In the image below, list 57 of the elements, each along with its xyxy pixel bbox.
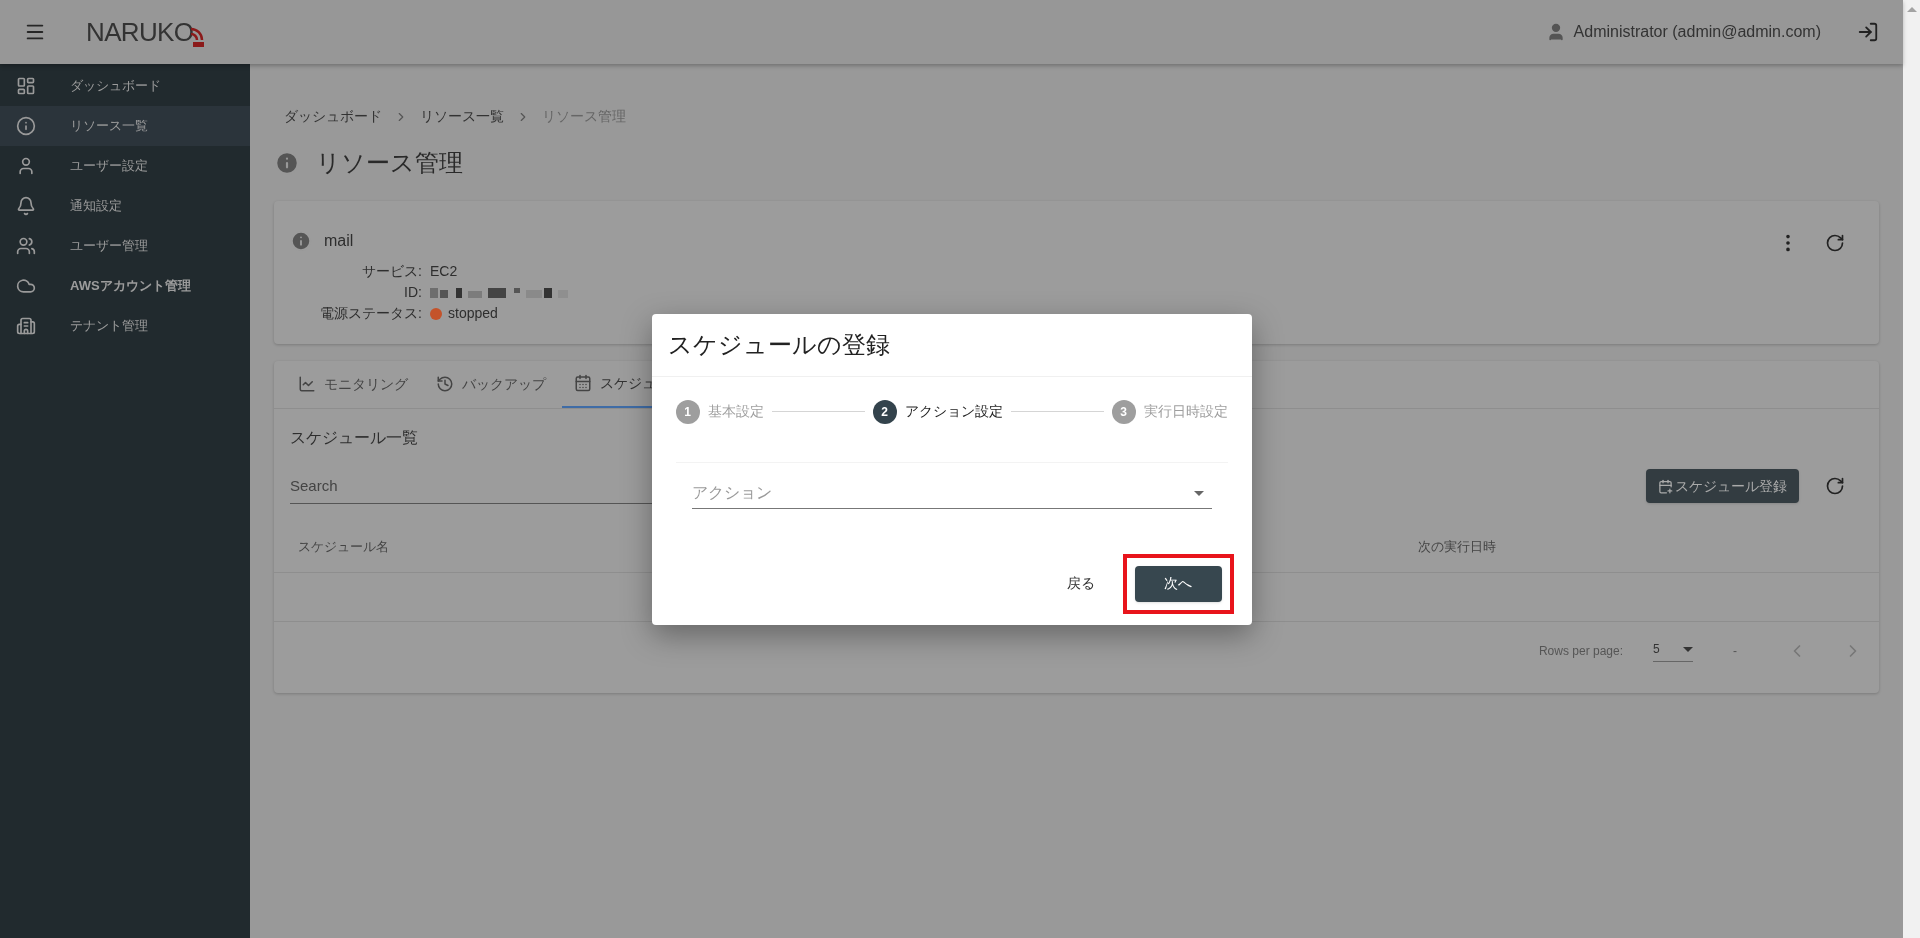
action-select[interactable]: アクション xyxy=(691,478,1212,509)
chart-icon xyxy=(298,375,316,393)
resource-name: mail xyxy=(324,231,354,251)
step-label: アクション設定 xyxy=(904,402,1003,421)
section-title: スケジュール一覧 xyxy=(290,428,418,448)
tab[interactable]: モニタリング xyxy=(286,360,420,408)
dialog-title: スケジュールの登録 xyxy=(667,329,890,360)
users-icon xyxy=(16,236,36,256)
sidebar-item[interactable]: 通知設定 xyxy=(0,186,250,226)
add-schedule-button[interactable]: スケジュール登録 xyxy=(1646,469,1799,503)
rows-per-page-select[interactable]: 5 xyxy=(1653,640,1693,662)
dropdown-caret-icon xyxy=(1193,490,1204,496)
step-number: 1 xyxy=(675,399,700,424)
step-label: 基本設定 xyxy=(707,402,764,421)
step-label: 実行日時設定 xyxy=(1143,402,1228,421)
sidebar-item[interactable]: テナント管理 xyxy=(0,306,250,346)
breadcrumb-link[interactable]: ダッシュボード xyxy=(284,106,382,127)
step-number: 2 xyxy=(872,399,897,424)
column-header: スケジュール名 xyxy=(298,537,390,556)
tab[interactable]: バックアップ xyxy=(424,360,558,408)
building-icon xyxy=(16,316,36,336)
column-header: 次の実行日時 xyxy=(1418,537,1496,556)
field-label: ID: xyxy=(403,283,422,302)
calendar-icon xyxy=(574,374,592,392)
field-label: 電源ステータス: xyxy=(319,304,422,323)
field-value: stopped xyxy=(448,304,498,323)
sidebar-item[interactable]: ユーザー管理 xyxy=(0,226,250,266)
step-number: 3 xyxy=(1111,399,1136,424)
breadcrumb-link[interactable]: リソース一覧 xyxy=(420,106,504,127)
field-label: サービス: xyxy=(361,262,422,281)
refresh-icon[interactable] xyxy=(1825,476,1845,496)
sidebar-item[interactable]: ダッシュボード xyxy=(0,66,250,106)
user-name[interactable]: Administrator (admin@admin.com) xyxy=(1573,20,1821,44)
rows-per-page-label: Rows per page: xyxy=(1538,643,1623,660)
dropdown-caret-icon xyxy=(1683,646,1693,652)
bell-icon xyxy=(16,196,36,216)
logo-text: NARUKO xyxy=(86,15,194,49)
refresh-icon[interactable] xyxy=(1825,233,1845,253)
back-button[interactable]: 戻る xyxy=(1054,565,1107,602)
page-range: - xyxy=(1733,643,1737,660)
info-icon xyxy=(274,150,300,176)
info-icon xyxy=(16,116,36,136)
user-icon xyxy=(16,156,36,176)
info-icon xyxy=(290,230,312,252)
field-value: EC2 xyxy=(430,262,458,281)
scrollbar[interactable] xyxy=(1903,0,1920,938)
sidebar-item[interactable]: ユーザー設定 xyxy=(0,146,250,186)
calendar-plus-icon xyxy=(1658,478,1673,494)
scroll-up-icon xyxy=(1906,7,1917,12)
sidebar-item[interactable]: リソース一覧 xyxy=(0,106,250,146)
dashboard-icon xyxy=(16,76,36,96)
page-title: リソース管理 xyxy=(316,148,463,178)
history-icon xyxy=(436,375,454,393)
logout-icon[interactable] xyxy=(1857,21,1879,43)
cloud-icon xyxy=(16,276,36,296)
next-button[interactable]: 次へ xyxy=(1134,565,1222,602)
sidebar-item[interactable]: AWSアカウント管理 xyxy=(0,266,250,306)
